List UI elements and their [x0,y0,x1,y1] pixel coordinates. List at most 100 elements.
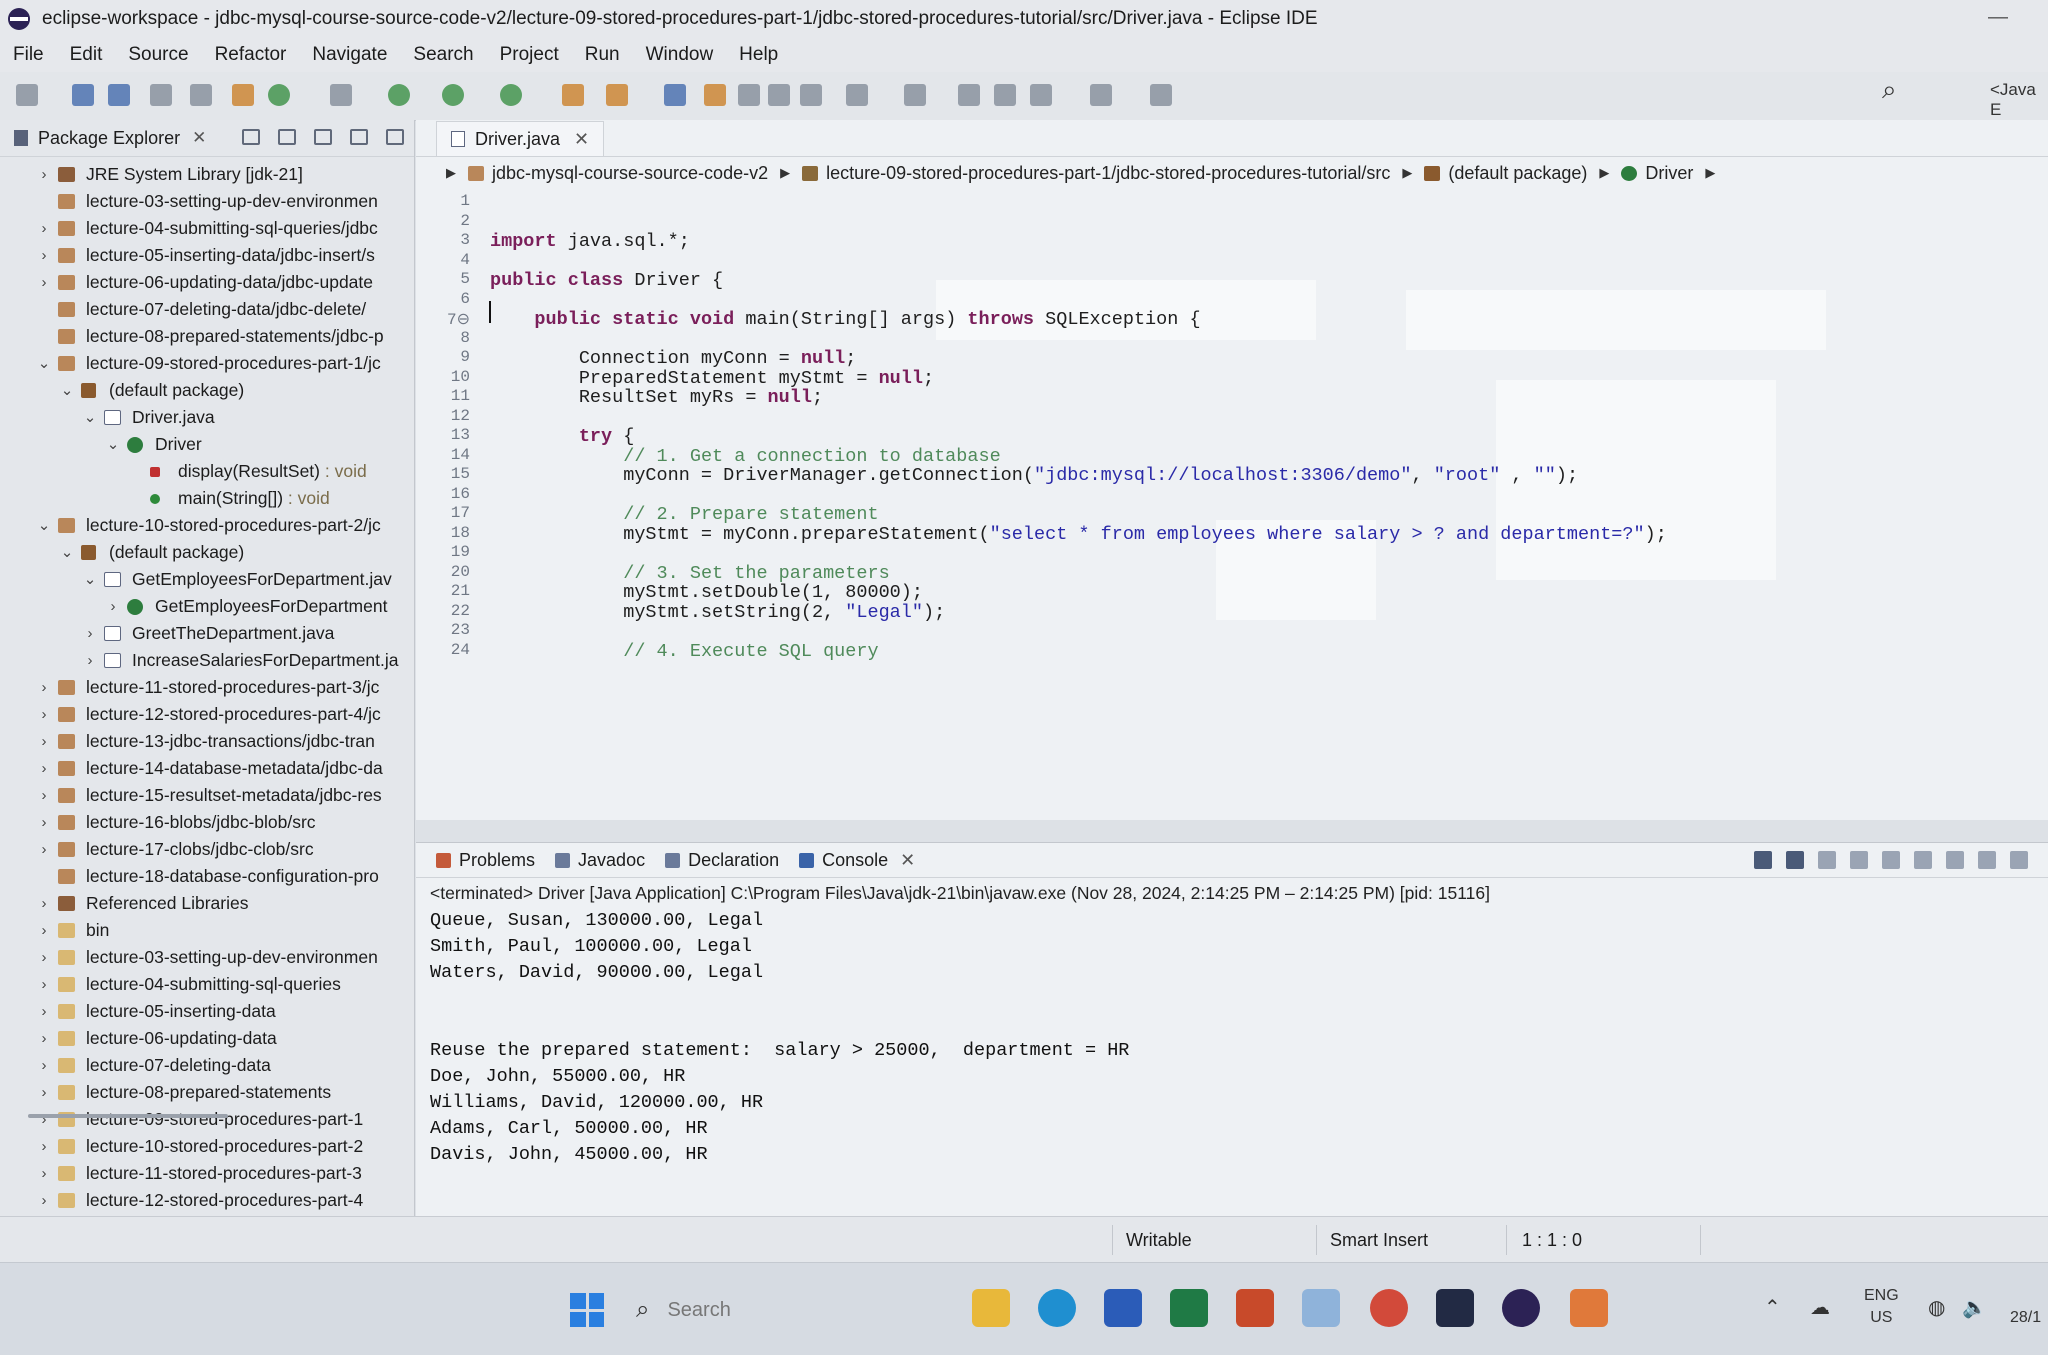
clock-date[interactable]: 28/1 [2010,1309,2041,1327]
tree-item[interactable]: › lecture-11-stored-procedures-part-3/jc [0,674,414,701]
tree-twisty-icon[interactable]: › [36,998,52,1025]
close-icon[interactable]: ✕ [574,129,589,150]
chevron-right-icon[interactable]: ▶ [1402,165,1412,181]
run-icon[interactable] [388,84,410,106]
tree-item[interactable]: ⌄ (default package) [0,539,414,566]
tree-twisty-icon[interactable]: ⌄ [82,404,98,431]
open-console-icon[interactable] [150,84,172,106]
cloud-icon[interactable]: ☁ [1810,1295,1830,1320]
package-explorer-title[interactable]: Package Explorer [38,128,180,149]
close-icon[interactable]: ✕ [900,850,915,871]
console-output[interactable]: Queue, Susan, 130000.00, Legal Smith, Pau… [416,908,2048,1168]
tree-twisty-icon[interactable]: › [36,674,52,701]
tree-twisty-icon[interactable]: › [36,269,52,296]
tree-twisty-icon[interactable]: › [36,1052,52,1079]
tree-twisty-icon[interactable]: › [36,971,52,998]
tree-twisty-icon[interactable]: ⌄ [36,350,52,377]
tree-item[interactable]: › lecture-12-stored-procedures-part-4/jc [0,701,414,728]
menu-search[interactable]: Search [400,44,486,66]
tree-item[interactable]: › lecture-05-inserting-data/jdbc-insert/s [0,242,414,269]
tree-item[interactable]: › lecture-09-stored-procedures-part-1 [0,1106,414,1133]
tree-item[interactable]: › bin [0,917,414,944]
tab-declaration[interactable]: Declaration [665,850,779,871]
tree-twisty-icon[interactable]: › [36,1079,52,1106]
collapse-all-icon[interactable] [242,129,260,145]
eclipse-icon[interactable] [1502,1289,1540,1327]
edge-icon[interactable] [1038,1289,1076,1327]
view-menu-icon[interactable] [2010,851,2028,869]
tree-twisty-icon[interactable]: ⌄ [59,539,75,566]
tree-item[interactable]: main(String[]) : void [0,485,414,512]
tree-item[interactable]: lecture-03-setting-up-dev-environmen [0,188,414,215]
tree-twisty-icon[interactable]: › [82,647,98,674]
scroll-lock-icon[interactable] [1850,851,1868,869]
tree-item[interactable]: ⌄ lecture-10-stored-procedures-part-2/jc [0,512,414,539]
tree-twisty-icon[interactable]: › [36,917,52,944]
powerpoint-icon[interactable] [1236,1289,1274,1327]
clear-console-icon[interactable] [1818,851,1836,869]
tree-item[interactable]: › GreetTheDepartment.java [0,620,414,647]
tree-twisty-icon[interactable]: › [36,242,52,269]
java-perspective-button[interactable]: <Java E [1990,80,2048,120]
vscode-icon[interactable] [1302,1289,1340,1327]
file-explorer-icon[interactable] [972,1289,1010,1327]
menu-edit[interactable]: Edit [57,44,116,66]
block-select-icon[interactable] [738,84,760,106]
search-icon[interactable]: ⌕ [1882,74,1897,106]
tree-item[interactable]: › lecture-14-database-metadata/jdbc-da [0,755,414,782]
tree-item[interactable]: › lecture-15-resultset-metadata/jdbc-res [0,782,414,809]
tree-twisty-icon[interactable]: › [36,701,52,728]
tree-item[interactable]: › lecture-11-stored-procedures-part-3 [0,1160,414,1187]
tree-twisty-icon[interactable]: › [36,836,52,863]
breadcrumb-item[interactable]: lecture-09-stored-procedures-part-1/jdbc… [826,163,1390,184]
breadcrumb-item[interactable]: jdbc-mysql-course-source-code-v2 [492,163,768,184]
tree-item[interactable]: display(ResultSet) : void [0,458,414,485]
highlight-icon[interactable] [704,84,726,106]
pin-console-icon[interactable] [1914,851,1932,869]
new-package-icon[interactable] [232,84,254,106]
tree-item[interactable]: › GetEmployeesForDepartment [0,593,414,620]
breadcrumb-item[interactable]: Driver [1645,163,1693,184]
tree-item[interactable]: › lecture-16-blobs/jdbc-blob/src [0,809,414,836]
tree-twisty-icon[interactable]: ⌄ [82,566,98,593]
tree-item[interactable]: › lecture-03-setting-up-dev-environmen [0,944,414,971]
tree-twisty-icon[interactable]: › [36,1025,52,1052]
menu-help[interactable]: Help [726,44,791,66]
insert-mode-status[interactable]: Smart Insert [1330,1230,1428,1251]
tab-console[interactable]: Console ✕ [799,850,915,871]
open-type-icon[interactable] [562,84,584,106]
network-icon[interactable]: ◍ [1928,1295,1945,1320]
breadcrumb-item[interactable]: (default package) [1448,163,1587,184]
menu-navigate[interactable]: Navigate [299,44,400,66]
cursor-position-status[interactable]: 1 : 1 : 0 [1522,1230,1582,1251]
external-tools-icon[interactable] [500,84,522,106]
word-wrap-icon[interactable] [1882,851,1900,869]
tree-item[interactable]: ⌄ Driver [0,431,414,458]
xampp-icon[interactable] [1570,1289,1608,1327]
skip-breakpoints-icon[interactable] [190,84,212,106]
chevron-right-icon[interactable]: ▶ [1705,165,1715,181]
tree-item[interactable]: ⌄ (default package) [0,377,414,404]
paragraph-icon[interactable] [800,84,822,106]
chevron-right-icon[interactable]: ▶ [1599,165,1609,181]
tree-item[interactable]: › Referenced Libraries [0,890,414,917]
tree-twisty-icon[interactable]: › [36,1106,52,1133]
search-tools-icon[interactable] [606,84,628,106]
tree-twisty-icon[interactable]: › [36,782,52,809]
tree-twisty-icon[interactable]: › [36,944,52,971]
display-console-icon[interactable] [1946,851,1964,869]
new-icon[interactable] [16,84,38,106]
tree-item[interactable]: › lecture-08-prepared-statements [0,1079,414,1106]
open-console-icon[interactable] [1978,851,1996,869]
tree-twisty-icon[interactable]: › [105,593,121,620]
tree-item[interactable]: › lecture-07-deleting-data [0,1052,414,1079]
forward-edit-icon[interactable] [994,84,1016,106]
minimize-button[interactable]: — [1988,6,2008,29]
link-with-editor-icon[interactable] [278,129,296,145]
tree-item[interactable]: › lecture-06-updating-data [0,1025,414,1052]
excel-icon[interactable] [1170,1289,1208,1327]
tree-twisty-icon[interactable]: ⌄ [36,512,52,539]
tree-item[interactable]: › lecture-06-updating-data/jdbc-update [0,269,414,296]
tree-twisty-icon[interactable]: › [36,809,52,836]
save-icon[interactable] [72,84,94,106]
